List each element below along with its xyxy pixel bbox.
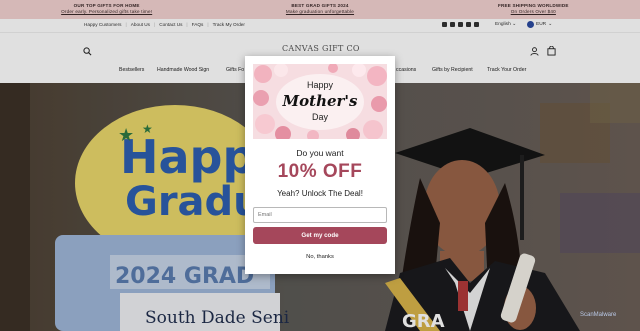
nav-item-gifts-by-recipient[interactable]: Gifts by Recipient [432, 67, 473, 73]
utility-link-about-us[interactable]: About Us [131, 22, 150, 27]
popup-image-text-happy: Happy [307, 80, 334, 90]
nav-item-track-order[interactable]: Track Your Order [487, 67, 526, 73]
sash-text: GRA [402, 311, 445, 331]
utility-link-contact-us[interactable]: Contact Us [159, 22, 182, 27]
announcement-bar: Our top gifts for home Order early. Pers… [0, 0, 640, 19]
language-selector[interactable]: English ⌄ [495, 22, 516, 27]
utility-link-track-order[interactable]: Track My Order [213, 22, 245, 27]
language-label: English [495, 22, 511, 27]
social-links [442, 22, 479, 27]
youtube-icon[interactable] [458, 22, 463, 27]
eu-flag-icon [527, 21, 534, 28]
decline-link[interactable]: No, thanks [245, 254, 395, 260]
announcement-2[interactable]: Best grad gifts 2024 Make graduation unf… [213, 0, 426, 19]
popup-image: Happy Mother's Day [253, 64, 387, 139]
star-icon: ★ [118, 125, 134, 145]
instagram-icon[interactable] [442, 22, 447, 27]
cart-icon[interactable] [547, 46, 556, 56]
utility-links: Happy Customers | About Us | Contact Us … [84, 22, 245, 27]
announcement-1[interactable]: Our top gifts for home Order early. Pers… [0, 0, 213, 19]
utility-link-faqs[interactable]: FAQs [192, 22, 204, 27]
get-code-button[interactable]: Get my code [253, 227, 387, 244]
currency-label: EUR [536, 22, 547, 27]
school-text: South Dade Seni [145, 308, 290, 328]
email-field[interactable] [253, 207, 387, 223]
divider: | [186, 22, 188, 27]
utility-bar: Happy Customers | About Us | Contact Us … [0, 19, 640, 33]
divider: | [154, 22, 156, 27]
currency-selector[interactable]: EUR ⌄ [527, 21, 552, 28]
utility-link-happy-customers[interactable]: Happy Customers [84, 22, 122, 27]
star-icon: ★ [142, 122, 153, 136]
tiktok-icon[interactable] [474, 22, 479, 27]
watermark: ScanMalware [580, 312, 617, 318]
nav-item-wood-sign[interactable]: Handmade Wood Sign [157, 67, 209, 73]
plate-text: 2024 GRAD [115, 264, 254, 289]
sign-text-grad: Gradu [125, 179, 262, 225]
site-logo[interactable]: CANVAS GIFT CO [282, 44, 360, 53]
divider: | [207, 22, 209, 27]
announcement-link[interactable]: Order early. Personalized gifts take tim… [0, 9, 213, 15]
announcement-link[interactable]: Make graduation unforgettable [213, 9, 426, 15]
discount-popup: Happy Mother's Day Do you want 10% OFF Y… [245, 56, 395, 274]
nav-item-occasions[interactable]: ccasions [396, 67, 416, 73]
sign-text-happy: Happ [120, 130, 255, 184]
popup-image-text-mothers: Mother's [282, 92, 358, 110]
search-icon[interactable] [83, 47, 92, 56]
divider: | [125, 22, 127, 27]
announcement-3[interactable]: Free shipping worldwide On Orders Over $… [427, 0, 640, 19]
popup-image-text-day: Day [312, 112, 329, 122]
nav-item-bestsellers[interactable]: Bestsellers [119, 67, 144, 73]
popup-offer: 10% OFF [277, 161, 363, 182]
nav-item-gifts-for[interactable]: Gifts Fo [226, 67, 244, 73]
popup-subheading: Yeah? Unlock The Deal! [277, 189, 363, 198]
facebook-icon[interactable] [450, 22, 455, 27]
pinterest-icon[interactable] [466, 22, 471, 27]
account-icon[interactable] [530, 47, 539, 56]
popup-heading: Do you want [296, 148, 344, 158]
announcement-link[interactable]: On Orders Over $40 [427, 9, 640, 15]
